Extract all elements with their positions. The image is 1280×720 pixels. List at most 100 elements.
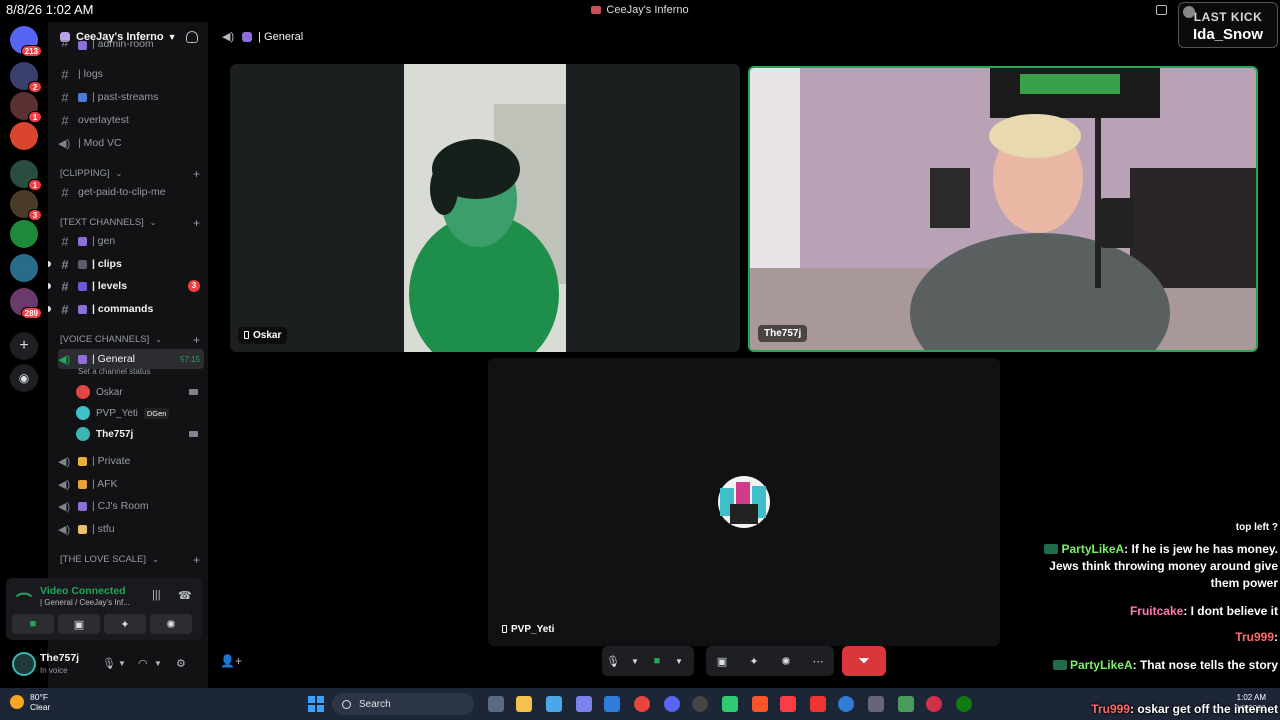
channel-name: | levels [92,280,128,292]
text-channel[interactable]: # | past-streams [58,87,204,107]
chevron-down-icon[interactable]: ▼ [118,659,126,668]
taskbar-search[interactable]: Search [332,693,474,715]
headphones-icon[interactable]: ◠ [138,657,148,670]
obs-icon[interactable] [692,696,708,712]
text-channel[interactable]: # overlaytest [58,110,204,130]
signal-icon[interactable] [15,587,33,605]
video-tile-pvp-yeti[interactable]: PVP_Yeti [488,358,1000,646]
server-icon[interactable] [10,122,38,150]
app-icon[interactable] [722,696,738,712]
add-channel-icon[interactable]: + [193,216,200,230]
tile-nameplate: PVP_Yeti [496,621,560,638]
camera-button[interactable]: ■ [12,614,54,634]
text-channel[interactable]: # | admin-room [58,40,204,50]
channel-category[interactable]: [VOICE CHANNELS] ⌄ + [60,333,200,347]
help-icon[interactable] [838,696,854,712]
chevron-down-icon[interactable]: ▼ [624,657,646,666]
discover-icon[interactable]: ◉ [10,364,38,392]
teams-icon[interactable] [576,696,592,712]
add-channel-icon[interactable]: + [193,167,200,181]
text-channel[interactable]: # | clips [48,254,204,274]
voice-user[interactable]: Oskar [76,382,202,402]
music-icon[interactable] [780,696,796,712]
brave-icon[interactable] [752,696,768,712]
server-icon[interactable]: 289 [10,288,42,319]
store-icon[interactable] [604,696,620,712]
gear-icon[interactable]: ⚙ [176,657,186,670]
channel-category[interactable]: [THE LOVE SCALE] ⌄ + [60,553,200,567]
voice-user[interactable]: PVP_Yeti DGen [76,403,202,423]
file-explorer-icon[interactable] [516,696,532,712]
add-channel-icon[interactable]: + [193,553,200,567]
chevron-down-icon[interactable]: ▼ [668,657,690,666]
microphone-icon[interactable]: 🎙 [102,657,116,670]
activities-icon[interactable]: ✦ [743,655,765,668]
add-server-icon[interactable]: + [10,332,38,360]
voice-user[interactable]: The757j [76,424,202,444]
inbox-icon[interactable] [1156,5,1167,15]
camera-icon[interactable]: ■ [646,655,668,667]
soundboard-button[interactable]: ✺ [150,614,192,634]
weather-widget[interactable]: 80°F Clear [10,692,50,712]
server-icon[interactable]: 1 [10,160,42,191]
voice-channel[interactable]: ◀) | CJ's Room [58,496,204,516]
app2-icon[interactable] [810,696,826,712]
channel-category[interactable]: [CLIPPING] ⌄ + [60,167,200,181]
text-channel[interactable]: # get-paid-to-clip-me [58,182,204,202]
windows-start-icon[interactable] [308,696,324,712]
avatar[interactable] [12,652,36,676]
text-channel[interactable]: # | logs [58,64,204,84]
voice-channel[interactable]: ◀) | General 57:15 [58,349,204,369]
voice-channel[interactable]: ◀) | stfu [58,519,204,539]
copilot-icon[interactable] [546,696,562,712]
voice-location[interactable]: | General / CeeJay's Inf... [40,598,130,607]
invite-to-voice-icon[interactable]: 👤+ [220,654,242,668]
server-icon[interactable] [10,220,38,248]
video-tile-the757j[interactable]: The757j [748,66,1258,352]
chevron-down-icon[interactable]: ▼ [154,659,162,668]
home-discord-icon[interactable]: 213 [10,26,42,57]
hash-icon: # [61,89,69,105]
voice-channel[interactable]: ◀) | AFK [58,474,204,494]
server-icon[interactable]: 3 [10,190,42,221]
channel-category[interactable]: [TEXT CHANNELS] ⌄ + [60,216,200,230]
disconnect-icon[interactable]: ☎ [178,589,192,602]
voice-channel[interactable]: ◀) | Mod VC [58,133,204,153]
video-tile-oskar[interactable]: Oskar [230,64,740,352]
app5-icon[interactable] [926,696,942,712]
noise-suppression-icon[interactable]: ||| [152,589,161,601]
task-view-icon[interactable] [488,696,504,712]
screenshare-button[interactable]: ▣ [58,614,100,634]
chrome-icon[interactable] [634,696,650,712]
hash-icon: # [61,301,69,317]
channel-name: | logs [78,68,103,80]
channel-status-prompt[interactable]: Set a channel status [78,367,151,376]
server-icon[interactable] [10,254,38,282]
screenshare-icon[interactable]: ▣ [711,655,733,668]
microphone-icon[interactable]: 🎙 [602,655,624,668]
hash-icon: # [61,112,69,128]
xbox-icon[interactable] [956,696,972,712]
add-channel-icon[interactable]: + [193,333,200,347]
soundboard-icon[interactable]: ✺ [775,655,797,668]
channel-emoji-icon [78,281,87,291]
discord-icon[interactable] [664,696,680,712]
app3-icon[interactable] [868,696,884,712]
text-channel[interactable]: # | gen [58,231,204,251]
app4-icon[interactable] [898,696,914,712]
window-title: CeeJay's Inferno [0,4,1280,16]
tile-name: PVP_Yeti [511,624,555,635]
text-channel[interactable]: # | commands [48,299,204,319]
the757j-video [750,68,1256,350]
server-icon[interactable]: 2 [10,62,42,93]
chat-text: : oskar get off the internet [1129,702,1278,716]
text-channel[interactable]: # | levels 3 [48,276,204,296]
user-name[interactable]: The757j [40,652,79,664]
more-icon[interactable]: ⋯ [807,655,829,668]
home-badge: 213 [20,45,42,57]
hang-up-button[interactable]: ⏷ [842,646,886,676]
server-icon[interactable]: 1 [10,92,42,123]
title-bar: 8/8/26 1:02 AM CeeJay's Inferno [0,0,1280,22]
voice-channel[interactable]: ◀) | Private [58,451,204,471]
activities-button[interactable]: ✦ [104,614,146,634]
